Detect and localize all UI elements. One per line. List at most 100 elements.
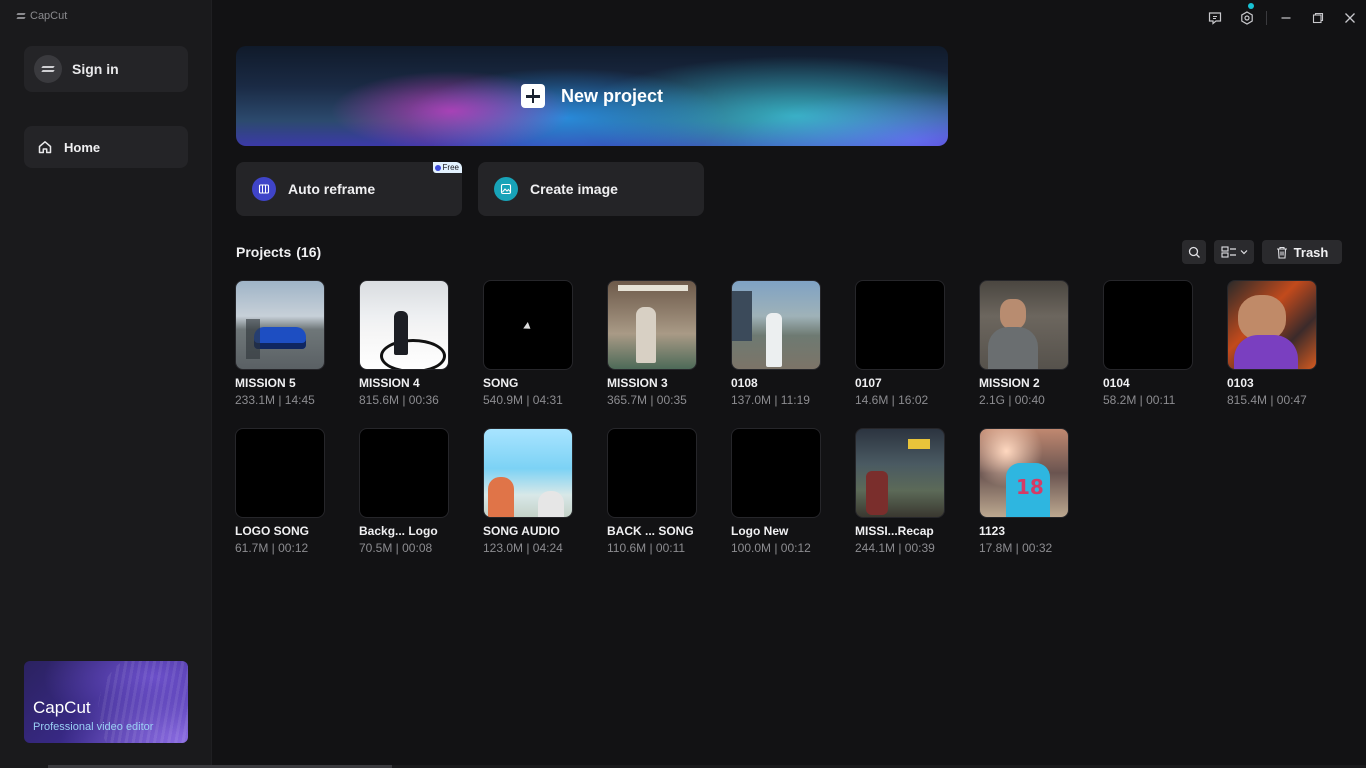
project-name: MISSION 2 xyxy=(979,376,1040,390)
project-card[interactable]: MISSION 4 815.6M | 00:36 xyxy=(359,280,449,407)
project-thumbnail xyxy=(359,428,449,518)
free-badge-label: Free xyxy=(442,163,459,172)
project-card[interactable]: 0103 815.4M | 00:47 xyxy=(1227,280,1317,407)
project-card[interactable]: MISSI...Recap 244.1M | 00:39 xyxy=(855,428,945,555)
project-thumbnail xyxy=(731,280,821,370)
projects-heading: Projects (16) xyxy=(236,244,321,260)
promo-subtitle: Professional video editor xyxy=(33,721,154,733)
reframe-icon xyxy=(252,177,276,201)
promo-banner[interactable]: CapCut Professional video editor xyxy=(24,661,188,743)
create-image-label: Create image xyxy=(530,181,618,197)
project-card[interactable]: LOGO SONG 61.7M | 00:12 xyxy=(235,428,325,555)
trash-button[interactable]: Trash xyxy=(1262,240,1342,264)
project-name: 0107 xyxy=(855,376,882,390)
project-name: MISSION 5 xyxy=(235,376,296,390)
project-meta: 61.7M | 00:12 xyxy=(235,541,309,555)
project-meta: 123.0M | 04:24 xyxy=(483,541,563,555)
view-toggle-icon xyxy=(1220,246,1236,258)
project-card[interactable]: 0107 14.6M | 16:02 xyxy=(855,280,945,407)
project-thumbnail xyxy=(607,280,697,370)
new-project-label: New project xyxy=(560,85,664,106)
capcut-logo-icon xyxy=(16,11,26,21)
restore-icon xyxy=(1312,12,1324,24)
chevron-down-icon xyxy=(1240,250,1247,255)
close-button[interactable] xyxy=(1334,0,1366,36)
settings-button[interactable] xyxy=(1231,0,1263,36)
project-thumbnail xyxy=(359,280,449,370)
project-name: MISSI...Recap xyxy=(855,524,934,538)
image-icon xyxy=(494,177,518,201)
search-button[interactable] xyxy=(1182,240,1206,264)
project-thumbnail xyxy=(1103,280,1193,370)
project-thumbnail xyxy=(731,428,821,518)
close-icon xyxy=(1345,13,1355,23)
project-thumbnail xyxy=(855,280,945,370)
project-thumbnail xyxy=(235,280,325,370)
project-thumbnail xyxy=(1227,280,1317,370)
project-name: BACK ... SONG xyxy=(607,524,694,538)
project-meta: 244.1M | 00:39 xyxy=(855,541,935,555)
project-meta: 58.2M | 00:11 xyxy=(1103,393,1176,407)
free-badge: Free xyxy=(432,162,462,173)
feedback-button[interactable] xyxy=(1199,0,1231,36)
promo-title: CapCut xyxy=(33,698,91,717)
create-image-button[interactable]: Create image xyxy=(478,162,704,216)
project-thumbnail xyxy=(979,428,1069,518)
window-controls xyxy=(1199,0,1366,36)
project-name: 0103 xyxy=(1227,376,1254,390)
minimize-button[interactable] xyxy=(1270,0,1302,36)
project-meta: 110.6M | 00:11 xyxy=(607,541,686,555)
project-meta: 815.6M | 00:36 xyxy=(359,393,439,407)
capcut-window: CapCut Sign in Home CapCut Professional … xyxy=(0,0,1366,768)
projects-toolbar: Trash xyxy=(1182,240,1342,264)
project-card[interactable]: Backg... Logo 70.5M | 00:08 xyxy=(359,428,449,555)
auto-reframe-button[interactable]: Auto reframe Free xyxy=(236,162,462,216)
view-toggle-button[interactable] xyxy=(1214,240,1254,264)
home-icon xyxy=(38,141,52,154)
sidebar-item-home[interactable]: Home xyxy=(24,126,188,168)
avatar xyxy=(34,55,62,83)
auto-reframe-label: Auto reframe xyxy=(288,181,376,197)
trash-label: Trash xyxy=(1293,244,1329,260)
sign-in-button[interactable]: Sign in xyxy=(24,46,188,92)
project-thumbnail xyxy=(855,428,945,518)
free-badge-icon xyxy=(434,164,441,171)
project-card[interactable]: 0108 137.0M | 11:19 xyxy=(731,280,821,407)
project-meta: 137.0M | 11:19 xyxy=(731,393,810,407)
project-meta: 100.0M | 00:12 xyxy=(731,541,811,555)
project-card[interactable]: MISSION 5 233.1M | 14:45 xyxy=(235,280,325,407)
minimize-icon xyxy=(1281,17,1291,19)
project-meta: 2.1G | 00:40 xyxy=(979,393,1045,407)
project-card[interactable]: Logo New 100.0M | 00:12 xyxy=(731,428,821,555)
project-card[interactable]: MISSION 3 365.7M | 00:35 xyxy=(607,280,697,407)
restore-button[interactable] xyxy=(1302,0,1334,36)
project-card[interactable]: SONG AUDIO 123.0M | 04:24 xyxy=(483,428,573,555)
project-card[interactable]: MISSION 2 2.1G | 00:40 xyxy=(979,280,1069,407)
feedback-icon xyxy=(1208,12,1222,25)
project-thumbnail xyxy=(483,428,573,518)
project-card[interactable]: SONG 540.9M | 04:31 xyxy=(483,280,573,407)
new-project-button[interactable]: New project xyxy=(236,46,948,146)
project-meta: 14.6M | 16:02 xyxy=(855,393,929,407)
project-card[interactable]: 0104 58.2M | 00:11 xyxy=(1103,280,1193,407)
app-logo: CapCut xyxy=(16,10,67,22)
project-name: SONG xyxy=(483,376,519,390)
project-name: 0104 xyxy=(1103,376,1130,390)
project-thumbnail xyxy=(483,280,573,370)
project-name: MISSION 4 xyxy=(359,376,420,390)
projects-title: Projects xyxy=(236,244,292,260)
project-name: 0108 xyxy=(731,376,758,390)
project-thumbnail xyxy=(979,280,1069,370)
search-icon xyxy=(1188,246,1200,258)
sign-in-label: Sign in xyxy=(72,61,119,77)
project-thumbnail xyxy=(607,428,697,518)
sidebar: CapCut Sign in Home CapCut Professional … xyxy=(0,0,212,768)
project-card[interactable]: 1123 17.8M | 00:32 xyxy=(979,428,1069,555)
project-card[interactable]: BACK ... SONG 110.6M | 00:11 xyxy=(607,428,697,555)
project-meta: 815.4M | 00:47 xyxy=(1227,393,1307,407)
project-name: Backg... Logo xyxy=(359,524,438,538)
sidebar-item-label: Home xyxy=(64,139,101,155)
trash-icon xyxy=(1276,246,1287,259)
project-name: Logo New xyxy=(731,524,789,538)
project-meta: 70.5M | 00:08 xyxy=(359,541,433,555)
